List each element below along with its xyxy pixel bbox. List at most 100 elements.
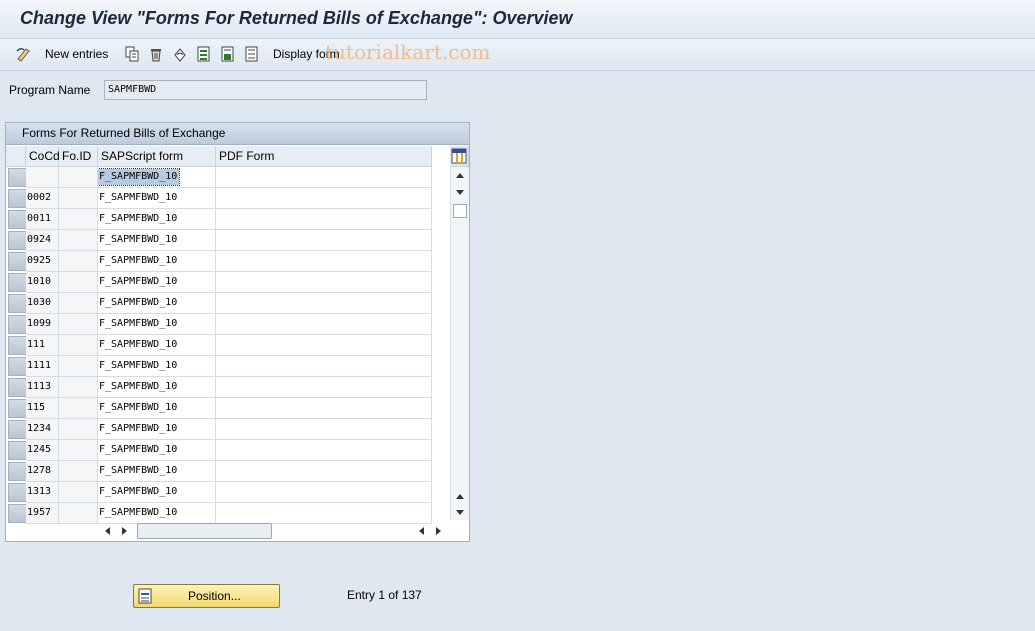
cell-sapscript-value: F_SAPMFBWD_10 xyxy=(99,486,178,497)
cell-sapscript[interactable]: F_SAPMFBWD_10 xyxy=(98,188,216,209)
position-button[interactable]: Position... xyxy=(133,584,280,608)
select-all-rows-corner[interactable] xyxy=(6,146,26,167)
select-block-button[interactable] xyxy=(220,45,236,63)
cell-sapscript[interactable]: F_SAPMFBWD_10 xyxy=(98,272,216,293)
row-selector[interactable] xyxy=(8,504,27,523)
cell-pdf-form[interactable] xyxy=(216,188,432,209)
cell-pdf-form[interactable] xyxy=(216,314,432,335)
cell-cocd: 0002 xyxy=(26,188,59,209)
column-header-cocd[interactable]: CoCd xyxy=(26,146,60,167)
horizontal-scrollbar[interactable] xyxy=(99,521,449,539)
column-header-sapscript[interactable]: SAPScript form xyxy=(98,146,216,167)
cell-pdf-form[interactable] xyxy=(216,230,432,251)
cell-pdf-form-value xyxy=(216,171,217,182)
entry-counter: Entry 1 of 137 xyxy=(347,588,422,602)
column-header-foid[interactable]: Fo.ID xyxy=(59,146,98,167)
cell-pdf-form[interactable] xyxy=(216,293,432,314)
row-selector[interactable] xyxy=(8,210,27,229)
cell-pdf-form[interactable] xyxy=(216,377,432,398)
cell-pdf-form[interactable] xyxy=(216,335,432,356)
row-selector[interactable] xyxy=(8,399,27,418)
display-form-button[interactable]: Display form xyxy=(273,45,340,63)
cell-sapscript[interactable]: F_SAPMFBWD_10 xyxy=(98,314,216,335)
cell-pdf-form[interactable] xyxy=(216,209,432,230)
cell-pdf-form[interactable] xyxy=(216,398,432,419)
page-title: Change View "Forms For Returned Bills of… xyxy=(20,8,573,28)
cell-pdf-form[interactable] xyxy=(216,440,432,461)
cell-sapscript[interactable]: F_SAPMFBWD_10 xyxy=(98,419,216,440)
copy-button[interactable] xyxy=(124,45,140,63)
cell-sapscript[interactable]: F_SAPMFBWD_10 xyxy=(98,209,216,230)
cell-foid xyxy=(59,188,98,209)
row-selector[interactable] xyxy=(8,273,27,292)
cell-pdf-form[interactable] xyxy=(216,251,432,272)
cell-pdf-form-value xyxy=(216,507,217,518)
scroll-left-page-arrow-icon[interactable] xyxy=(417,526,425,536)
cell-foid xyxy=(59,272,98,293)
scroll-thumb[interactable] xyxy=(453,204,467,218)
cell-pdf-form[interactable] xyxy=(216,461,432,482)
scroll-down-page-arrow-icon[interactable] xyxy=(455,189,465,197)
vertical-scrollbar[interactable] xyxy=(450,167,469,520)
new-entries-button[interactable]: New entries xyxy=(45,45,108,63)
cell-foid-value xyxy=(59,192,60,203)
row-selector[interactable] xyxy=(8,483,27,502)
row-selector[interactable] xyxy=(8,315,27,334)
scroll-down-arrow-icon[interactable] xyxy=(455,509,465,517)
cell-sapscript[interactable]: F_SAPMFBWD_10 xyxy=(98,482,216,503)
row-selector[interactable] xyxy=(8,420,27,439)
cell-cocd-value: 1030 xyxy=(27,297,52,308)
cell-sapscript[interactable]: F_SAPMFBWD_10 xyxy=(98,377,216,398)
cell-foid xyxy=(59,251,98,272)
row-selector[interactable] xyxy=(8,357,27,376)
scroll-up-page-arrow-icon[interactable] xyxy=(455,492,465,500)
cell-sapscript[interactable]: F_SAPMFBWD_10 xyxy=(98,461,216,482)
cell-pdf-form-value xyxy=(216,360,217,371)
cell-sapscript-value: F_SAPMFBWD_10 xyxy=(99,402,178,413)
scroll-right-arrow-icon[interactable] xyxy=(435,526,443,536)
select-all-icon xyxy=(197,46,210,62)
row-selector[interactable] xyxy=(8,336,27,355)
row-selector[interactable] xyxy=(8,441,27,460)
cell-sapscript[interactable]: F_SAPMFBWD_10 xyxy=(98,356,216,377)
cell-sapscript[interactable]: F_SAPMFBWD_10 xyxy=(98,230,216,251)
row-selector[interactable] xyxy=(8,231,27,250)
cell-foid xyxy=(59,503,98,524)
scroll-right-page-arrow-icon[interactable] xyxy=(121,526,129,536)
cell-cocd: 1113 xyxy=(26,377,59,398)
undo-button[interactable] xyxy=(172,45,188,63)
cell-sapscript[interactable]: F_SAPMFBWD_10 xyxy=(98,293,216,314)
cell-cocd-value: 0011 xyxy=(27,213,52,224)
row-selector[interactable] xyxy=(8,378,27,397)
cell-pdf-form[interactable] xyxy=(216,356,432,377)
cell-pdf-form[interactable] xyxy=(216,167,432,188)
column-header-pdf-form[interactable]: PDF Form xyxy=(216,146,432,167)
cell-sapscript[interactable]: F_SAPMFBWD_10 xyxy=(98,251,216,272)
row-selector[interactable] xyxy=(8,168,27,187)
row-selector[interactable] xyxy=(8,189,27,208)
delete-button[interactable] xyxy=(148,45,164,63)
cell-sapscript[interactable]: F_SAPMFBWD_10 xyxy=(98,398,216,419)
cell-foid-value xyxy=(59,297,60,308)
row-selector[interactable] xyxy=(8,252,27,271)
scroll-left-arrow-icon[interactable] xyxy=(103,526,111,536)
cell-pdf-form[interactable] xyxy=(216,272,432,293)
cell-pdf-form[interactable] xyxy=(216,419,432,440)
deselect-all-button[interactable] xyxy=(244,45,260,63)
cell-sapscript[interactable]: F_SAPMFBWD_10 xyxy=(98,335,216,356)
cell-cocd-value: 1957 xyxy=(27,507,52,518)
cell-sapscript[interactable]: F_SAPMFBWD_10 xyxy=(98,167,216,188)
row-selector[interactable] xyxy=(8,294,27,313)
forms-table: Forms For Returned Bills of Exchange CoC… xyxy=(5,122,470,542)
horizontal-scroll-thumb[interactable] xyxy=(137,523,272,539)
cell-sapscript[interactable]: F_SAPMFBWD_10 xyxy=(98,440,216,461)
cell-cocd: 1030 xyxy=(26,293,59,314)
scroll-up-arrow-icon[interactable] xyxy=(455,171,465,179)
cell-foid-value xyxy=(59,402,60,413)
row-selector[interactable] xyxy=(8,462,27,481)
cell-cocd-value: 0924 xyxy=(27,234,52,245)
edit-pencil-button[interactable] xyxy=(16,45,32,63)
select-all-button[interactable] xyxy=(196,45,212,63)
cell-pdf-form[interactable] xyxy=(216,482,432,503)
table-settings-button[interactable] xyxy=(450,146,469,167)
